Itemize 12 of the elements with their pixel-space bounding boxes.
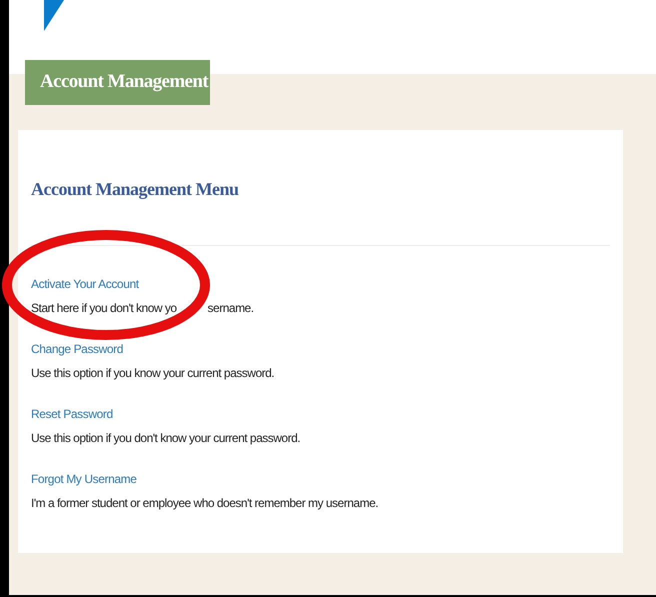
menu-description: Use this option if you don't know your current password. — [31, 430, 302, 446]
menu-description: sername. — [208, 300, 254, 316]
section-title: Account Management — [25, 60, 210, 105]
menu-link[interactable]: Reset Password — [31, 406, 113, 422]
menu-link[interactable]: Forgot My Username — [31, 471, 136, 487]
menu-description: Start here if you don't know yo — [31, 300, 177, 316]
menu-link[interactable]: Activate Your Account — [31, 276, 139, 292]
menu-description: Use this option if you know your current password. — [31, 365, 276, 381]
logo-icon — [44, 0, 64, 31]
menu-title: Account Management Menu — [31, 178, 240, 201]
menu-link[interactable]: Change Password — [31, 341, 124, 357]
menu-description: I'm a former student or employee who doesn't remember my username. — [31, 495, 380, 511]
